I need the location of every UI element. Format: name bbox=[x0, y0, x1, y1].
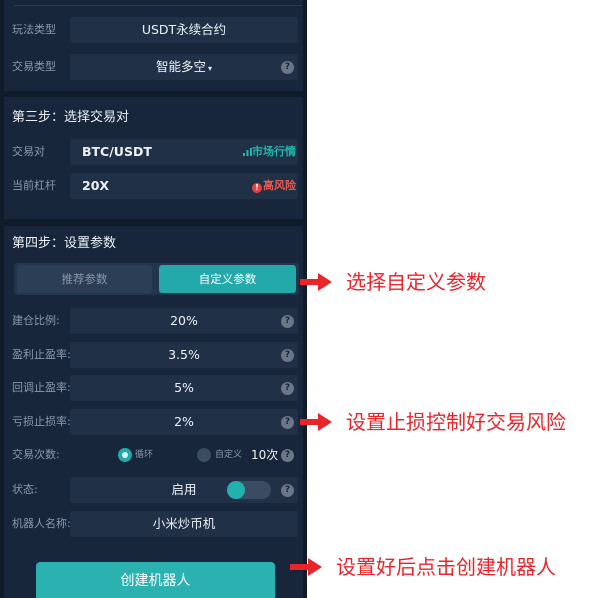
row-label: 盈利止盈率: bbox=[12, 348, 71, 361]
status-value: 启用 bbox=[171, 482, 197, 497]
status-label: 状态: bbox=[12, 483, 38, 496]
take-profit-input[interactable]: 3.5% ? bbox=[70, 342, 298, 368]
market-quote-prefix: 市场 bbox=[252, 145, 274, 158]
row-label: 亏损止损率: bbox=[12, 415, 71, 428]
stop-loss-input[interactable]: 2% ? bbox=[70, 409, 298, 435]
robot-name-input[interactable]: 小米炒币机 bbox=[70, 511, 298, 537]
market-quote-link[interactable]: 市场行情 bbox=[243, 139, 296, 165]
market-quote-text: 行情 bbox=[274, 145, 296, 158]
help-icon[interactable]: ? bbox=[281, 61, 294, 74]
play-type-label: 玩法类型 bbox=[12, 23, 56, 36]
position-ratio-value: 20% bbox=[170, 313, 198, 328]
pair-label: 交易对 bbox=[12, 145, 45, 158]
strategy-type-panel: 玩法类型 USDT永续合约 交易类型 智能多空 ▾ ? bbox=[4, 0, 303, 91]
annotation-text: 设置好后点击创建机器人 bbox=[336, 555, 556, 579]
help-icon[interactable]: ? bbox=[281, 416, 294, 429]
radio-custom[interactable] bbox=[197, 448, 211, 462]
annotation-text: 选择自定义参数 bbox=[346, 270, 486, 294]
tab-recommended[interactable]: 推荐参数 bbox=[17, 265, 152, 293]
radio-loop[interactable] bbox=[118, 448, 132, 462]
radio-loop-label: 循环 bbox=[135, 450, 154, 460]
status-field: 启用 ? bbox=[70, 477, 298, 503]
arrow-right-icon bbox=[290, 558, 322, 576]
row-label: 回调止盈率: bbox=[12, 381, 71, 394]
help-icon[interactable]: ? bbox=[281, 449, 294, 462]
play-type-value: USDT永续合约 bbox=[141, 22, 227, 37]
help-icon[interactable]: ? bbox=[281, 484, 294, 497]
trade-count-label: 交易次数: bbox=[12, 448, 60, 461]
help-icon[interactable]: ? bbox=[281, 382, 294, 395]
toggle-knob bbox=[227, 481, 245, 499]
pair-panel: 第三步：选择交易对 交易对 BTC/USDT 市场行情 当前杠杆 20X ! 高风… bbox=[4, 97, 303, 219]
warning-icon: ! bbox=[252, 183, 262, 193]
trade-type-label: 交易类型 bbox=[12, 60, 56, 73]
stop-loss-value: 2% bbox=[174, 414, 194, 429]
leverage-field[interactable]: 20X ! 高风险 bbox=[70, 173, 298, 199]
risk-badge: ! 高风险 bbox=[252, 173, 296, 199]
chevron-down-icon: ▾ bbox=[208, 64, 213, 73]
risk-text: 高风险 bbox=[263, 179, 296, 192]
arrow-right-icon bbox=[300, 273, 332, 291]
pullback-input[interactable]: 5% ? bbox=[70, 375, 298, 401]
trade-type-value: 智能多空 bbox=[155, 59, 206, 74]
pair-field[interactable]: BTC/USDT 市场行情 bbox=[70, 139, 298, 165]
trade-type-dropdown[interactable]: 智能多空 ▾ ? bbox=[70, 54, 298, 80]
robot-name-value: 小米炒币机 bbox=[152, 516, 216, 531]
radio-custom-label: 自定义 bbox=[215, 450, 243, 460]
chart-icon bbox=[243, 148, 252, 156]
pullback-value: 5% bbox=[174, 380, 194, 395]
leverage-label: 当前杠杆 bbox=[12, 179, 56, 192]
play-type-field[interactable]: USDT永续合约 bbox=[70, 17, 298, 43]
step4-title: 第四步：设置参数 bbox=[12, 236, 117, 251]
pair-value: BTC/USDT bbox=[82, 144, 152, 159]
status-toggle[interactable] bbox=[227, 481, 271, 499]
leverage-value: 20X bbox=[82, 178, 110, 193]
position-ratio-input[interactable]: 20% ? bbox=[70, 308, 298, 334]
app-screen: 玩法类型 USDT永续合约 交易类型 智能多空 ▾ ? 第三步：选择交易对 交易对… bbox=[0, 0, 307, 598]
trade-count-value[interactable]: 10次 bbox=[251, 442, 278, 468]
take-profit-value: 3.5% bbox=[168, 347, 200, 362]
create-robot-button[interactable]: 创建机器人 bbox=[36, 562, 275, 598]
annotation-text: 设置止损控制好交易风险 bbox=[346, 410, 566, 434]
help-icon[interactable]: ? bbox=[281, 315, 294, 328]
robot-name-label: 机器人名称: bbox=[12, 517, 71, 530]
help-icon[interactable]: ? bbox=[281, 349, 294, 362]
params-tab-bar: 推荐参数 自定义参数 bbox=[14, 263, 299, 295]
params-panel: 第四步：设置参数 推荐参数 自定义参数 建仓比例: 20% ? 盈利止盈率: 3… bbox=[4, 226, 303, 598]
tab-custom[interactable]: 自定义参数 bbox=[159, 265, 296, 293]
arrow-right-icon bbox=[300, 413, 332, 431]
row-label: 建仓比例: bbox=[12, 314, 60, 327]
divider bbox=[14, 0, 302, 6]
step3-title: 第三步：选择交易对 bbox=[12, 110, 130, 125]
